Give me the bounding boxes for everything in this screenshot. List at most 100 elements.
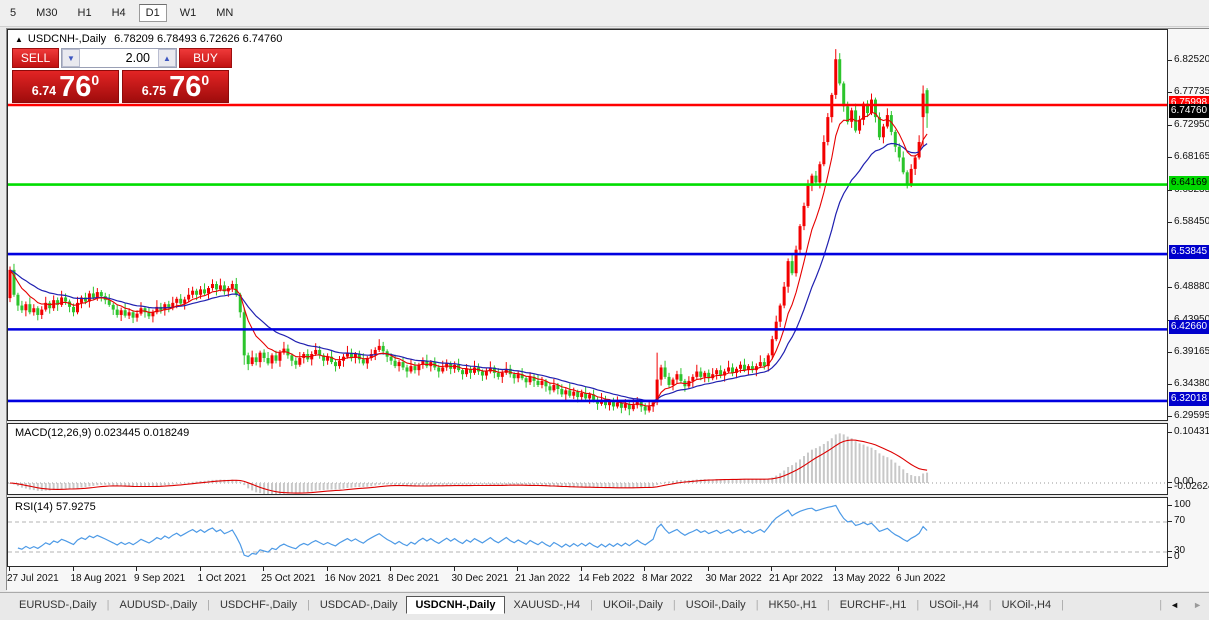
price-tick-label: 6.68165 [1174, 151, 1209, 162]
tab-separator: | [1159, 598, 1163, 611]
macd-axis-tick [1168, 487, 1172, 488]
price-tick-label: 6.29595 [1174, 410, 1209, 421]
timeframe-button-H4[interactable]: H4 [105, 4, 133, 22]
price-tick-label: 6.72950 [1174, 119, 1209, 130]
date-axis-tick [644, 567, 645, 571]
symbol-tab-audusddaily[interactable]: AUDUSD-,Daily [110, 596, 206, 614]
tab-separator: | [916, 598, 920, 611]
price-axis-tick [1168, 287, 1172, 288]
date-axis-tick [580, 567, 582, 571]
macd-axis-tick [1168, 431, 1172, 433]
rsi-tick-label: 0 [1174, 551, 1180, 562]
tab-separator: | [826, 598, 830, 611]
sell-price-quote[interactable]: 6.74 76 0 [12, 70, 119, 103]
volume-increase-button[interactable]: ▲ [158, 49, 176, 67]
price-tick-label: 6.39165 [1174, 346, 1209, 357]
rsi-panel: RSI(14) 57.9275 [7, 497, 1168, 567]
price-badge: 6.32018 [1169, 392, 1209, 406]
date-axis-tick [453, 567, 455, 571]
date-axis-tick [898, 567, 899, 571]
date-label: 21 Jan 2022 [515, 573, 571, 584]
price-tick-label: 6.34380 [1174, 378, 1209, 389]
price-axis-tick [1168, 352, 1172, 353]
price-axis-tick [1168, 222, 1172, 223]
tab-separator: | [590, 598, 594, 611]
price-tick-label: 6.48880 [1174, 281, 1209, 292]
buy-price-sup: 0 [201, 72, 210, 88]
sell-price-small: 6.74 [31, 84, 57, 98]
collapse-arrow-icon[interactable]: ▲ [15, 35, 23, 44]
price-badge: 6.74760 [1169, 104, 1209, 118]
buy-price-big: 76 [169, 71, 202, 103]
timeframe-button-M30[interactable]: M30 [29, 4, 64, 22]
chart-ohlc-values: 6.78209 6.78493 6.72626 6.74760 [114, 33, 283, 45]
date-axis-tick [199, 567, 201, 571]
symbol-tab-usdcaddaily[interactable]: USDCAD-,Daily [311, 596, 407, 614]
price-axis: 6.825206.777356.729506.681656.632356.584… [1168, 29, 1209, 591]
date-axis-tick [517, 567, 518, 571]
volume-stepper: ▼ 2.00 ▲ [61, 48, 177, 68]
tab-separator: | [672, 598, 676, 611]
buy-price-small: 6.75 [141, 84, 167, 98]
one-click-trade-panel: SELL ▼ 2.00 ▲ BUY 6.74 76 0 6.75 76 0 [12, 48, 232, 103]
volume-decrease-button[interactable]: ▼ [62, 49, 80, 67]
date-axis-tick [390, 567, 391, 571]
date-label: 30 Mar 2022 [705, 573, 762, 584]
timeframe-button-5[interactable]: 5 [3, 4, 23, 22]
timeframe-button-MN[interactable]: MN [209, 4, 240, 22]
macd-tick-label: -0.026249 [1174, 481, 1209, 492]
symbol-tab-ukoildaily[interactable]: UKOil-,Daily [594, 596, 672, 614]
date-label: 16 Nov 2021 [324, 573, 382, 584]
buy-price-quote[interactable]: 6.75 76 0 [122, 70, 229, 103]
rsi-axis-tick [1168, 551, 1172, 552]
rsi-axis-tick [1168, 521, 1172, 522]
date-label: 1 Oct 2021 [197, 573, 247, 584]
symbol-tab-usoilh4[interactable]: USOil-,H4 [920, 596, 988, 614]
price-chart-panel: ▲ USDCNH-,Daily 6.78209 6.78493 6.72626 … [7, 29, 1168, 421]
date-axis-tick [136, 567, 137, 571]
symbol-tab-usdchfdaily[interactable]: USDCHF-,Daily [211, 596, 306, 614]
sell-button[interactable]: SELL [12, 48, 59, 68]
timeframe-button-D1[interactable]: D1 [138, 4, 167, 22]
tab-separator: | [988, 598, 992, 611]
rsi-axis-tick [1168, 557, 1172, 558]
symbol-tab-bar: EURUSD-,Daily | AUDUSD-,Daily | USDCHF-,Dail… [0, 592, 1209, 616]
tabs-scroll-left-button[interactable]: ◄ [1163, 600, 1186, 610]
price-badge: 6.64169 [1169, 176, 1209, 190]
date-axis-tick [771, 567, 772, 571]
timeframe-button-W1[interactable]: W1 [173, 4, 204, 22]
buy-button[interactable]: BUY [179, 48, 232, 68]
macd-tick-label: 0.104313 [1174, 425, 1209, 437]
date-label: 8 Dec 2021 [388, 573, 440, 584]
symbol-tab-eurusddaily[interactable]: EURUSD-,Daily [10, 596, 106, 614]
symbol-tab-ukoilh4[interactable]: UKOil-,H4 [993, 596, 1061, 614]
symbol-tab-hk50h1[interactable]: HK50-,H1 [760, 596, 826, 614]
chart-symbol-label: USDCNH-,Daily [27, 33, 107, 45]
macd-label: MACD(12,26,9) 0.023445 0.018249 [15, 427, 190, 439]
date-label: 18 Aug 2021 [70, 573, 127, 584]
price-axis-tick [1168, 157, 1172, 158]
symbol-tab-usdcnhdaily[interactable]: USDCNH-,Daily [406, 595, 505, 614]
rsi-chart [8, 504, 1167, 558]
sell-price-sup: 0 [91, 72, 100, 88]
rsi-tick-label: 100 [1174, 499, 1191, 510]
tab-separator: | [207, 598, 210, 611]
symbol-tab-eurchfh1[interactable]: EURCHF-,H1 [831, 596, 916, 614]
symbol-tab-usoildaily[interactable]: USOil-,Daily [677, 596, 755, 614]
macd-axis-tick [1168, 482, 1172, 483]
date-label: 14 Feb 2022 [578, 573, 635, 584]
tab-separator: | [306, 598, 310, 611]
date-axis-tick [326, 567, 328, 571]
sell-price-big: 76 [59, 71, 92, 103]
timeframe-toolbar: 5 M30 H1 H4 D1 W1 MN [0, 0, 1209, 27]
tab-separator: | [755, 598, 759, 611]
symbol-tab-xauusdh4[interactable]: XAUUSD-,H4 [505, 596, 590, 614]
date-axis-tick [707, 567, 709, 571]
date-axis-tick [9, 567, 10, 571]
tabs-scroll-right-button[interactable]: ► [1186, 600, 1209, 610]
price-axis-tick [1168, 92, 1172, 93]
rsi-tick-label: 70 [1174, 515, 1186, 526]
timeframe-button-H1[interactable]: H1 [71, 4, 99, 22]
volume-input[interactable]: 2.00 [80, 49, 158, 67]
price-axis-tick [1168, 416, 1172, 417]
